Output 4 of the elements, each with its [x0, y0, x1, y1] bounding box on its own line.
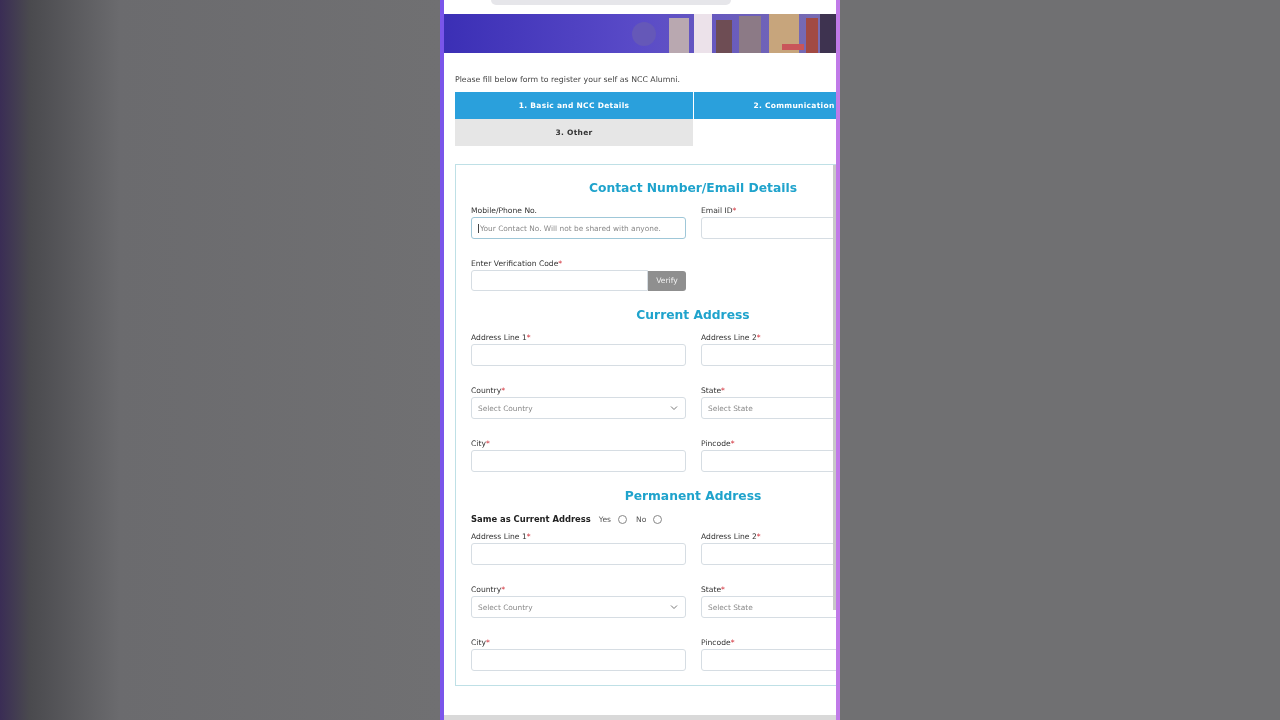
section-heading: Current Address	[635, 307, 751, 324]
section-heading: Contact Number/Email Details	[587, 180, 799, 197]
section-heading: Permanent Address	[623, 488, 763, 505]
field-label: Same as Current Address	[471, 514, 591, 524]
